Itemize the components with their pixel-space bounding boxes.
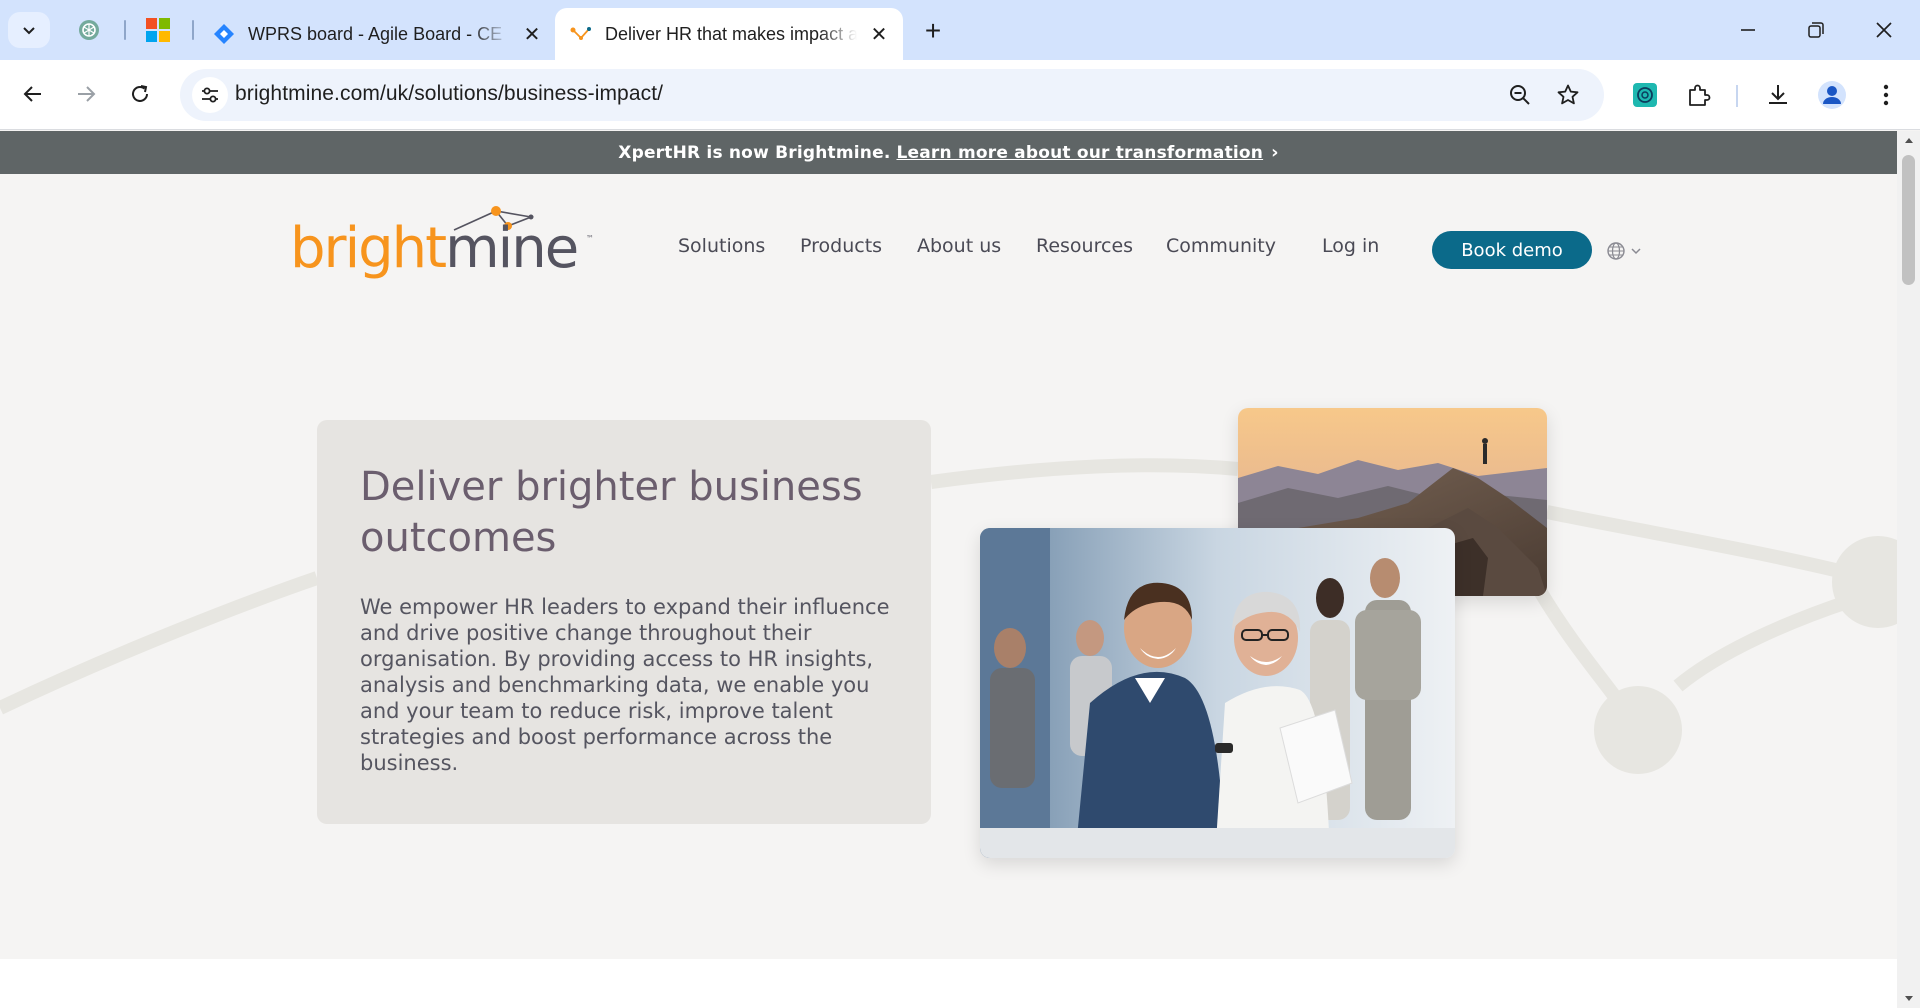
site-info-button[interactable]	[192, 77, 228, 113]
announcement-text: XpertHR is now Brightmine.	[618, 142, 891, 163]
close-tab-icon[interactable]: ✕	[518, 20, 546, 48]
toolbar-separator	[1736, 85, 1738, 107]
tab-title: WPRS board - Agile Board - CE	[248, 23, 503, 44]
browser-toolbar: brightmine.com/uk/solutions/business-imp…	[0, 60, 1920, 130]
url-text[interactable]: brightmine.com/uk/solutions/business-imp…	[235, 82, 663, 106]
jira-icon	[212, 22, 236, 46]
puzzle-icon	[1689, 84, 1711, 106]
chevron-right-icon: ›	[1271, 142, 1279, 163]
zoom-button[interactable]	[1504, 79, 1536, 111]
extension-chatgpt-button[interactable]	[1627, 77, 1663, 113]
globe-icon	[1607, 242, 1625, 260]
bookmark-button[interactable]	[1552, 79, 1584, 111]
brightmine-favicon-icon	[569, 22, 593, 46]
close-icon	[1876, 22, 1892, 38]
zoom-out-icon	[1510, 85, 1530, 105]
hero-description: We empower HR leaders to expand their in…	[360, 595, 890, 775]
chatgpt-extension-icon	[1633, 83, 1657, 107]
tab-search-button[interactable]	[8, 12, 50, 48]
chevron-down-icon	[1631, 248, 1641, 255]
back-button[interactable]	[13, 74, 53, 114]
close-window-button[interactable]	[1864, 12, 1904, 48]
nav-solutions[interactable]: Solutions	[678, 235, 765, 257]
arrow-left-icon	[23, 86, 41, 102]
scroll-down-icon[interactable]	[1897, 990, 1920, 1008]
nav-community[interactable]: Community	[1166, 235, 1276, 257]
restore-icon	[1808, 22, 1824, 38]
chatgpt-icon	[79, 20, 99, 40]
download-icon	[1769, 85, 1787, 104]
tab-separator	[192, 20, 194, 40]
tune-icon	[202, 87, 218, 103]
more-vertical-icon	[1883, 84, 1889, 106]
brightmine-logo-mark: brightmine ™	[290, 206, 594, 281]
book-demo-button[interactable]: Book demo	[1432, 231, 1592, 269]
nav-resources[interactable]: Resources	[1036, 235, 1133, 257]
hero-title: Deliver brighter business outcomes	[360, 464, 863, 561]
team-meeting-image	[980, 528, 1455, 858]
microsoft-icon	[146, 18, 170, 42]
trademark-symbol: ™	[586, 234, 594, 243]
pinned-tab-microsoft[interactable]	[142, 14, 174, 46]
close-tab-icon[interactable]: ✕	[865, 20, 893, 48]
pinned-tab-chatgpt[interactable]	[73, 14, 105, 46]
brightmine-logo[interactable]: brightmine ™	[290, 203, 596, 283]
address-bar[interactable]: brightmine.com/uk/solutions/business-imp…	[180, 69, 1604, 121]
reload-button[interactable]	[120, 74, 160, 114]
tab-strip: WPRS board - Agile Board - CE ✕ Deliver …	[0, 0, 1920, 60]
restore-button[interactable]	[1796, 12, 1836, 48]
menu-button[interactable]	[1868, 77, 1904, 113]
announcement-link[interactable]: Learn more about our transformation	[897, 143, 1264, 163]
arrow-right-icon	[78, 86, 96, 102]
tab-separator	[124, 20, 126, 40]
announcement-bar: XpertHR is now Brightmine. Learn more ab…	[0, 131, 1897, 174]
logo-wordmark: brightmine	[290, 216, 577, 281]
scroll-up-icon[interactable]	[1897, 131, 1920, 149]
tab-title: Deliver HR that makes impact across your…	[605, 23, 857, 44]
hero-card: Deliver brighter business outcomes We em…	[317, 420, 931, 824]
minimize-button[interactable]	[1728, 12, 1768, 48]
nav-about-us[interactable]: About us	[917, 235, 1001, 257]
minimize-icon	[1741, 29, 1755, 31]
page-scrollbar[interactable]	[1897, 131, 1920, 1008]
tab-brightmine[interactable]: Deliver HR that makes impact across your…	[555, 8, 903, 60]
reload-icon	[132, 85, 148, 102]
chevron-down-icon	[23, 27, 35, 35]
star-icon	[1557, 84, 1579, 105]
profile-button[interactable]	[1814, 77, 1850, 113]
language-selector[interactable]	[1606, 239, 1646, 263]
nav-products[interactable]: Products	[800, 235, 882, 257]
downloads-button[interactable]	[1760, 77, 1796, 113]
page-viewport: XpertHR is now Brightmine. Learn more ab…	[0, 131, 1897, 1008]
new-tab-button[interactable]: +	[916, 14, 950, 48]
next-section	[0, 959, 1897, 1008]
avatar-icon	[1818, 81, 1846, 109]
tab-jira[interactable]: WPRS board - Agile Board - CE ✕	[198, 8, 548, 60]
extensions-button[interactable]	[1681, 77, 1717, 113]
scrollbar-thumb[interactable]	[1902, 155, 1915, 285]
forward-button[interactable]	[66, 74, 106, 114]
nav-log-in[interactable]: Log in	[1322, 235, 1379, 257]
